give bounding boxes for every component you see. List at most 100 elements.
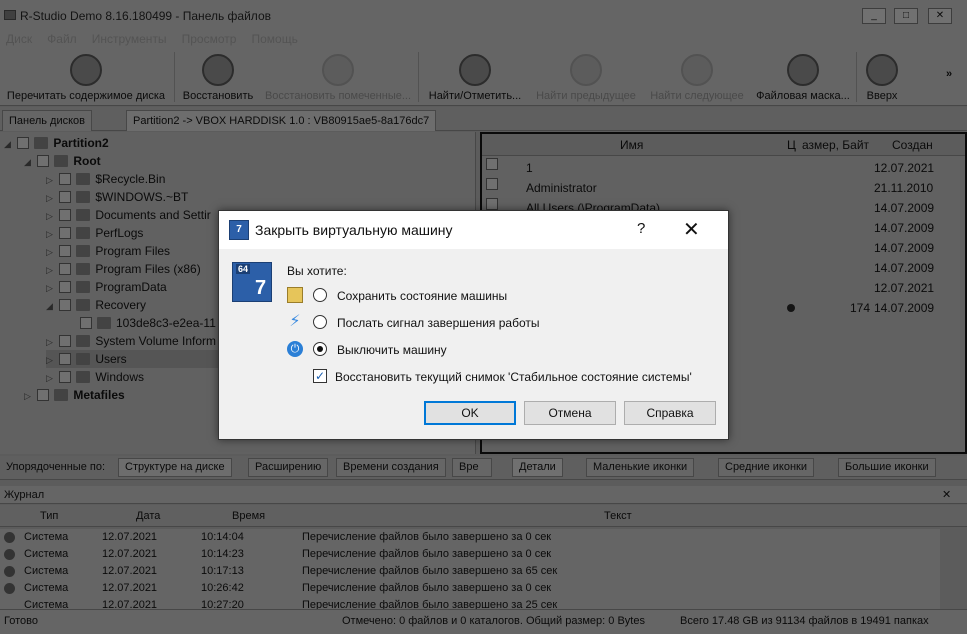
log-panel-title: Журнал ✕ bbox=[0, 486, 967, 504]
restore-snapshot-checkbox[interactable]: ✓ bbox=[313, 369, 327, 383]
tree-item-recycle-bin[interactable]: ▷ $Recycle.Bin bbox=[46, 170, 165, 188]
find-prev-button[interactable]: Найти предыдущее bbox=[534, 48, 638, 106]
sort-by-created[interactable]: Времени создания bbox=[336, 458, 446, 477]
folder-icon bbox=[54, 155, 69, 167]
tab-disks[interactable]: Панель дисков bbox=[2, 110, 93, 131]
column-name[interactable]: Имя bbox=[620, 138, 643, 152]
log-row[interactable]: Система 12.07.2021 10:14:04 Перечисление фа… bbox=[0, 529, 940, 546]
dialog-close-button[interactable]: ✕ bbox=[683, 217, 700, 242]
log-col-type[interactable]: Тип bbox=[40, 510, 58, 522]
radio-shutdown-signal-label[interactable]: Послать сигнал завершения работы bbox=[337, 316, 540, 330]
find-next-button[interactable]: Найти следующее bbox=[648, 48, 746, 106]
menu-disk[interactable]: Диск bbox=[0, 30, 38, 46]
refresh-icon bbox=[70, 54, 102, 86]
sort-by-structure[interactable]: Структуре на диске bbox=[118, 458, 232, 477]
column-size[interactable]: азмер, Байт bbox=[802, 138, 869, 152]
log-col-time[interactable]: Время bbox=[232, 510, 265, 522]
tree-checkbox[interactable] bbox=[59, 245, 72, 257]
tab-partition[interactable]: Partition2 -> VBOX HARDDISK 1.0 : VB8091… bbox=[126, 110, 437, 131]
tree-item-documents[interactable]: ▷ Documents and Settir bbox=[46, 206, 211, 224]
folder-icon bbox=[76, 245, 91, 257]
file-row[interactable]: 1 12.07.2021 bbox=[482, 158, 965, 178]
tree-item-programdata[interactable]: ▷ ProgramData bbox=[46, 278, 167, 296]
radio-power-off-label[interactable]: Выключить машину bbox=[337, 343, 447, 357]
tree-item-partition2[interactable]: ◢ Partition2 bbox=[4, 134, 109, 152]
title-bar: R-Studio Demo 8.16.180499 - Панель файло… bbox=[0, 0, 967, 30]
file-mask-button[interactable]: Файловая маска... bbox=[756, 48, 850, 106]
menu-file[interactable]: Файл bbox=[41, 30, 83, 46]
up-button[interactable]: Вверх bbox=[862, 48, 902, 106]
dialog-help-button[interactable]: ? bbox=[637, 220, 645, 237]
row-checkbox[interactable] bbox=[486, 158, 498, 170]
binoculars-prev-icon bbox=[570, 54, 602, 86]
toolbar-more-button[interactable]: » bbox=[942, 68, 956, 88]
view-small-icons[interactable]: Маленькие иконки bbox=[586, 458, 695, 477]
menu-view[interactable]: Просмотр bbox=[176, 30, 243, 46]
folder-icon bbox=[76, 371, 91, 383]
tree-item-recovery-guid[interactable]: 103de8c3-e2ea-11 bbox=[80, 314, 216, 332]
file-row[interactable]: Administrator 21.11.2010 bbox=[482, 178, 965, 198]
tree-checkbox[interactable] bbox=[59, 371, 72, 383]
log-row[interactable]: Система 12.07.2021 10:14:23 Перечисление фа… bbox=[0, 546, 940, 563]
tree-item-root[interactable]: ◢ Root bbox=[24, 152, 101, 170]
radio-save-state-label[interactable]: Сохранить состояние машины bbox=[337, 289, 507, 303]
vm-os-icon: 64 7 bbox=[232, 262, 272, 302]
close-button[interactable]: ✕ bbox=[928, 8, 952, 24]
row-checkbox[interactable] bbox=[486, 178, 498, 190]
tree-item-program-files[interactable]: ▷ Program Files bbox=[46, 242, 170, 260]
radio-power-off[interactable] bbox=[313, 342, 327, 356]
tree-item-system-volume[interactable]: ▷ System Volume Inform bbox=[46, 332, 216, 350]
menu-tools[interactable]: Инструменты bbox=[86, 30, 173, 46]
log-row[interactable]: Система 12.07.2021 10:17:13 Перечисление фа… bbox=[0, 563, 940, 580]
ok-button[interactable]: OK bbox=[424, 401, 516, 425]
tree-item-perflogs[interactable]: ▷ PerfLogs bbox=[46, 224, 143, 242]
tree-item-metafiles[interactable]: ▷ Metafiles bbox=[24, 386, 125, 404]
tree-checkbox[interactable] bbox=[80, 317, 92, 329]
maximize-button[interactable]: □ bbox=[894, 8, 918, 24]
tree-checkbox[interactable] bbox=[59, 209, 72, 221]
help-button[interactable]: Справка bbox=[624, 401, 716, 425]
log-row[interactable]: Система 12.07.2021 10:27:20 Перечисление фа… bbox=[0, 597, 940, 609]
sort-by-extension[interactable]: Расширению bbox=[248, 458, 329, 477]
view-large-icons[interactable]: Большие иконки bbox=[838, 458, 936, 477]
recover-marked-button[interactable]: Восстановить помеченные... bbox=[264, 48, 412, 106]
tree-checkbox[interactable] bbox=[59, 227, 72, 239]
radio-save-state[interactable] bbox=[313, 288, 327, 302]
column-created[interactable]: Создан bbox=[892, 138, 933, 152]
minimize-button[interactable]: _ bbox=[862, 8, 886, 24]
log-col-text[interactable]: Текст bbox=[604, 510, 632, 522]
tree-checkbox[interactable] bbox=[37, 155, 50, 167]
info-icon bbox=[4, 532, 15, 543]
recover-button[interactable]: Восстановить bbox=[180, 48, 256, 106]
column-c[interactable]: Ц bbox=[787, 138, 796, 152]
log-row[interactable]: Система 12.07.2021 10:26:42 Перечисление фа… bbox=[0, 580, 940, 597]
row-checkbox[interactable] bbox=[486, 198, 498, 210]
tree-item-windows-bt[interactable]: ▷ $WINDOWS.~BT bbox=[46, 188, 188, 206]
dialog-title-bar: 7 Закрыть виртуальную машину ? ✕ bbox=[219, 211, 728, 249]
tree-checkbox[interactable] bbox=[59, 191, 72, 203]
find-mark-button[interactable]: Найти/Отметить... bbox=[426, 48, 524, 106]
radio-shutdown-signal[interactable] bbox=[313, 315, 327, 329]
menu-help[interactable]: Помощь bbox=[246, 30, 304, 46]
tree-item-windows[interactable]: ▷ Windows bbox=[46, 368, 144, 386]
tree-item-recovery[interactable]: ◢ Recovery bbox=[46, 296, 146, 314]
rescan-button[interactable]: Перечитать содержимое диска bbox=[4, 48, 168, 106]
restore-snapshot-label[interactable]: Восстановить текущий снимок 'Стабильное … bbox=[335, 370, 692, 384]
tree-checkbox[interactable] bbox=[59, 299, 72, 311]
tree-checkbox[interactable] bbox=[17, 137, 30, 149]
tree-checkbox[interactable] bbox=[59, 263, 72, 275]
log-close-button[interactable]: ✕ bbox=[942, 488, 951, 501]
tree-checkbox[interactable] bbox=[59, 281, 72, 293]
view-medium-icons[interactable]: Средние иконки bbox=[718, 458, 814, 477]
tree-item-program-files-x86[interactable]: ▷ Program Files (x86) bbox=[46, 260, 201, 278]
sort-by-more[interactable]: Вре bbox=[452, 458, 492, 477]
tree-checkbox[interactable] bbox=[59, 335, 72, 347]
log-header: Тип Дата Время Текст bbox=[0, 505, 967, 527]
tree-checkbox[interactable] bbox=[59, 353, 72, 365]
view-details[interactable]: Детали bbox=[512, 458, 563, 477]
tree-checkbox[interactable] bbox=[37, 389, 50, 401]
log-col-date[interactable]: Дата bbox=[136, 510, 160, 522]
cancel-button[interactable]: Отмена bbox=[524, 401, 616, 425]
folder-icon bbox=[54, 389, 69, 401]
tree-checkbox[interactable] bbox=[59, 173, 72, 185]
